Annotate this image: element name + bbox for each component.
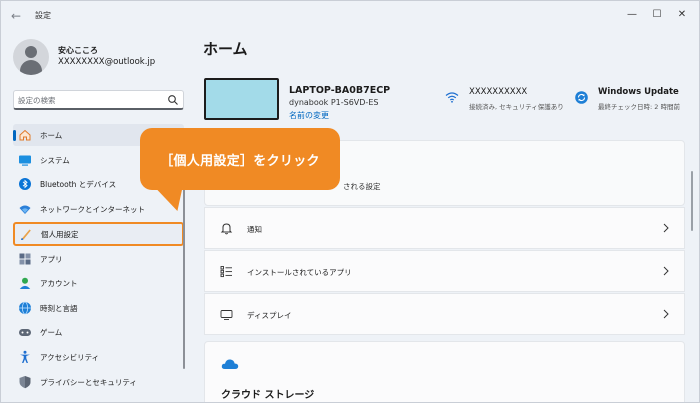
settings-window: ← 設定 — ☐ ✕ 安心こころ XXXXXXXX@outlook.jp ホーム… (0, 0, 700, 403)
device-thumbnail (204, 78, 279, 120)
cloud-icon (221, 359, 239, 369)
row-label: 通知 (247, 225, 262, 234)
accessibility-icon (20, 350, 30, 363)
sidebar-item-gaming[interactable]: ゲーム (13, 321, 184, 343)
sidebar-item-accessibility[interactable]: アクセシビリティ (13, 346, 184, 368)
sidebar-item-time-language[interactable]: 時刻と言語 (13, 297, 184, 319)
shield-icon (19, 376, 31, 389)
sidebar-item-label: ネットワークとインターネット (40, 205, 145, 214)
chevron-right-icon (663, 309, 669, 319)
sidebar-item-label: Bluetooth とデバイス (40, 180, 117, 189)
sidebar-item-label: アカウント (40, 279, 78, 288)
cloud-storage-card[interactable]: クラウド ストレージ (204, 341, 685, 402)
windows-update-icon (575, 91, 588, 104)
sidebar-item-label: ゲーム (40, 328, 63, 337)
chevron-right-icon (663, 266, 669, 276)
profile-name: 安心こころ (58, 46, 98, 55)
bell-icon (220, 223, 233, 235)
callout-text: ［個人用設定］をクリック (160, 153, 320, 169)
minimize-button[interactable]: — (622, 5, 642, 23)
sidebar-item-network[interactable]: ネットワークとインターネット (13, 198, 184, 220)
sidebar-item-label: システム (40, 156, 70, 165)
app-title: 設定 (35, 11, 51, 20)
sidebar-item-personalization[interactable]: 個人用設定 (13, 222, 184, 246)
title-bar: ← 設定 — ☐ ✕ (1, 1, 699, 31)
close-button[interactable]: ✕ (672, 5, 692, 23)
display-icon (220, 310, 233, 320)
row-notifications[interactable]: 通知 (204, 207, 685, 249)
row-label: ディスプレイ (247, 311, 292, 320)
row-display[interactable]: ディスプレイ (204, 293, 685, 335)
back-arrow-icon[interactable]: ← (11, 9, 25, 23)
avatar[interactable] (13, 39, 49, 75)
update-status: 最終チェック日時: 2 時間前 (598, 103, 680, 111)
device-name: LAPTOP-BA0B7ECP (289, 85, 391, 96)
cloud-storage-title: クラウド ストレージ (221, 390, 315, 401)
avatar-body (20, 60, 42, 75)
chevron-right-icon (663, 223, 669, 233)
avatar-head (25, 46, 37, 58)
sidebar-item-label: ホーム (40, 131, 63, 140)
sidebar-item-label: 個人用設定 (41, 230, 79, 239)
row-label: インストールされているアプリ (247, 268, 352, 277)
list-icon (220, 266, 232, 278)
search-input[interactable] (18, 93, 158, 107)
gamepad-icon (19, 329, 31, 336)
home-icon (19, 129, 31, 141)
recommended-subtitle: される設定 (343, 182, 381, 191)
maximize-button[interactable]: ☐ (647, 5, 667, 23)
row-installed-apps[interactable]: インストールされているアプリ (204, 250, 685, 292)
wifi-status: 接続済み, セキュリティ保護あり (469, 103, 564, 111)
account-icon (19, 277, 31, 289)
search-box[interactable] (13, 90, 184, 110)
apps-icon (19, 253, 31, 265)
sidebar-item-apps[interactable]: アプリ (13, 248, 184, 270)
update-title[interactable]: Windows Update (598, 87, 679, 97)
network-icon (19, 205, 31, 214)
time-language-icon (19, 301, 31, 315)
bluetooth-icon (19, 178, 31, 190)
sidebar-item-privacy[interactable]: プライバシーとセキュリティ (13, 371, 184, 393)
sidebar-item-accounts[interactable]: アカウント (13, 272, 184, 294)
sidebar-item-label: アプリ (40, 255, 63, 264)
system-icon (19, 155, 31, 166)
rename-link[interactable]: 名前の変更 (289, 110, 329, 121)
brush-icon (21, 229, 31, 240)
wifi-name[interactable]: XXXXXXXXXX (469, 87, 527, 97)
profile-email: XXXXXXXX@outlook.jp (58, 57, 156, 67)
main-scrollbar[interactable] (691, 171, 693, 231)
sidebar-item-label: アクセシビリティ (40, 353, 100, 362)
search-icon[interactable] (167, 94, 179, 106)
sidebar-item-label: 時刻と言語 (40, 304, 78, 313)
instruction-callout: ［個人用設定］をクリック (140, 128, 340, 190)
wifi-icon (445, 92, 459, 103)
device-model: dynabook P1-S6VD-ES (289, 98, 379, 107)
page-title: ホーム (203, 40, 248, 58)
sidebar-item-label: プライバシーとセキュリティ (40, 378, 137, 387)
active-indicator (13, 130, 16, 141)
